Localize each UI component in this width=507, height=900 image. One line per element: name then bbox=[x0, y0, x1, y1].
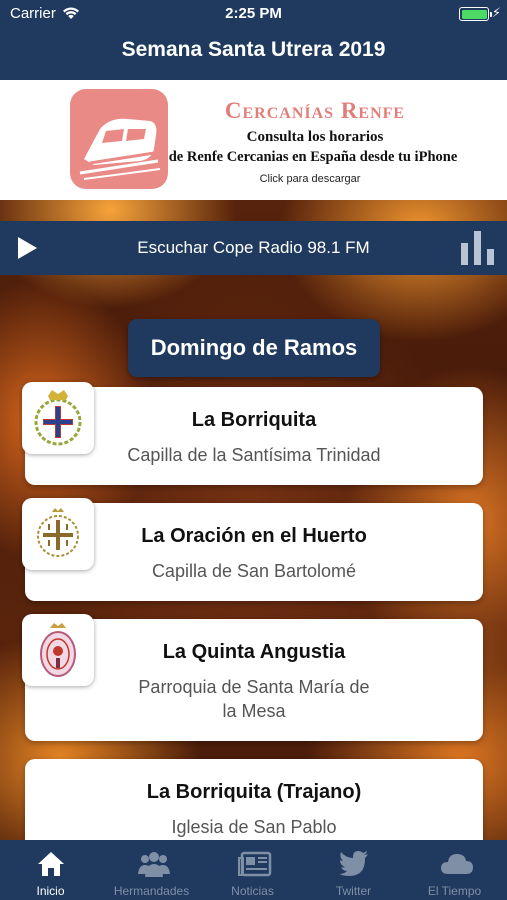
tab-hermandades[interactable]: Hermandades bbox=[101, 840, 202, 900]
twitter-bird-icon bbox=[339, 851, 368, 876]
home-icon bbox=[38, 852, 64, 876]
trinitarian-cross-crest-icon bbox=[22, 382, 94, 454]
tab-inicio[interactable]: Inicio bbox=[0, 840, 101, 900]
tab-label: Hermandades bbox=[113, 884, 190, 898]
ad-brand: Cercanías Renfe bbox=[224, 98, 406, 123]
cloud-icon bbox=[441, 854, 473, 874]
radio-player-bar[interactable]: Escuchar Cope Radio 98.1 FM bbox=[0, 221, 507, 275]
card-subtitle: Capilla de la Santísima Trinidad bbox=[127, 445, 381, 465]
ad-download-link[interactable]: Click para descargar bbox=[185, 173, 435, 185]
ad-headline: Consulta los horarios bbox=[246, 129, 384, 145]
newspaper-icon bbox=[238, 851, 272, 877]
audio-bars-icon bbox=[461, 231, 495, 265]
tab-label: Noticias bbox=[231, 884, 274, 898]
card-title: La Borriquita (Trajano) bbox=[146, 781, 362, 803]
train-icon[interactable] bbox=[70, 89, 168, 189]
tab-noticias[interactable]: Noticias bbox=[202, 840, 303, 900]
radio-label: Escuchar Cope Radio 98.1 FM bbox=[137, 238, 370, 257]
card-subtitle: Capilla de San Bartolomé bbox=[151, 561, 357, 581]
card-subtitle: Iglesia de San Pablo bbox=[171, 817, 337, 837]
oval-coat-of-arms-icon bbox=[22, 614, 94, 686]
tab-bar: Inicio Hermandades Noticias Twitter El T… bbox=[0, 840, 507, 900]
card-subtitle: Parroquia de Santa María de la Mesa bbox=[138, 677, 370, 721]
tab-twitter[interactable]: Twitter bbox=[303, 840, 404, 900]
ad-description: de Renfe Cercanias en España desde tu iP… bbox=[168, 149, 458, 165]
page-title: Semana Santa Utrera 2019 bbox=[121, 38, 386, 61]
status-time: 2:25 PM bbox=[225, 5, 282, 22]
charging-bolt-icon: ⚡ bbox=[491, 5, 501, 20]
people-icon bbox=[138, 852, 170, 877]
status-bar: Carrier 2:25 PM ⚡ bbox=[0, 0, 507, 28]
tab-label: El Tiempo bbox=[427, 884, 482, 898]
tab-el-tiempo[interactable]: El Tiempo bbox=[404, 840, 505, 900]
tab-label: Twitter bbox=[335, 884, 372, 898]
tab-label: Inicio bbox=[36, 884, 65, 898]
top-bar: Carrier 2:25 PM ⚡ Semana Santa Utrera 20… bbox=[0, 0, 507, 80]
battery-icon bbox=[459, 7, 492, 21]
jerusalem-cross-crest-icon bbox=[22, 498, 94, 570]
ad-banner[interactable]: Cercanías Renfe Consulta los horarios de… bbox=[0, 80, 507, 200]
section-heading: Domingo de Ramos bbox=[128, 319, 380, 377]
